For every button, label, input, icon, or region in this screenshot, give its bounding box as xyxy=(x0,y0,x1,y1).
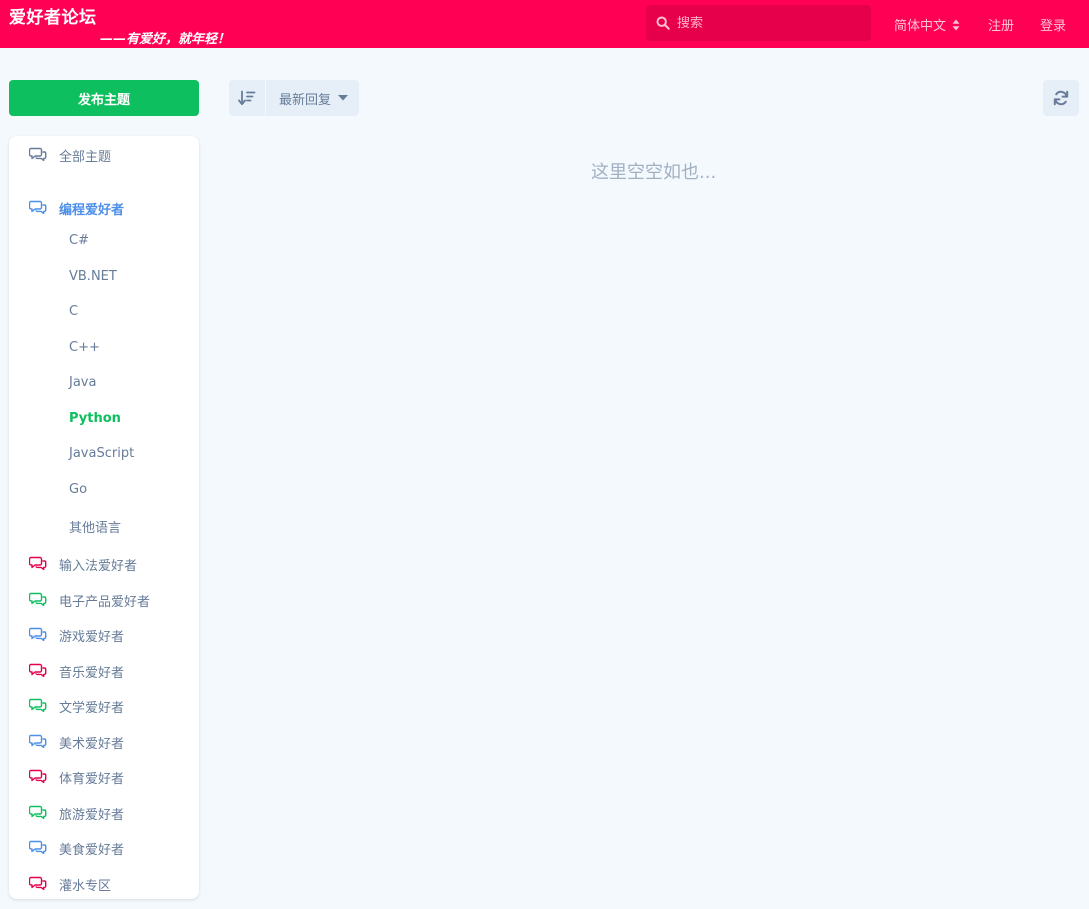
sidebar-item-label: 全部主题 xyxy=(59,150,112,165)
new-topic-button[interactable]: 发布主题 xyxy=(9,80,199,116)
sidebar-tag-item[interactable]: 灌水专区 xyxy=(9,873,199,894)
comments-icon xyxy=(29,805,47,820)
register-link[interactable]: 注册 xyxy=(988,15,1014,34)
search-icon xyxy=(656,16,670,30)
comments-icon xyxy=(29,734,47,749)
sidebar-item-label: 电子产品爱好者 xyxy=(59,595,151,610)
comments-icon xyxy=(29,840,47,855)
refresh-icon xyxy=(1053,90,1069,106)
login-link[interactable]: 登录 xyxy=(1040,15,1066,34)
sidebar-tag-item[interactable]: 音乐爱好者 xyxy=(9,660,199,681)
empty-state-message: 这里空空如也... xyxy=(591,162,717,183)
sidebar-tag-item[interactable]: 游戏爱好者 xyxy=(9,624,199,645)
sidebar-item-label: 编程爱好者 xyxy=(59,203,125,218)
comments-icon xyxy=(29,769,47,784)
sidebar-item-label: 输入法爱好者 xyxy=(59,559,138,574)
sub-item-java[interactable]: Java xyxy=(69,375,96,395)
sidebar-item-label: 灌水专区 xyxy=(59,879,112,894)
site-slogan: ——有爱好，就年轻！ xyxy=(100,32,231,47)
sidebar-tag-item[interactable]: 美食爱好者 xyxy=(9,837,199,858)
sidebar-item-label: 美食爱好者 xyxy=(59,843,125,858)
sub-item-other-languages[interactable]: 其他语言 xyxy=(69,517,121,537)
sidebar-item-label: 体育爱好者 xyxy=(59,772,125,787)
sub-item-javascript[interactable]: JavaScript xyxy=(69,446,134,466)
language-label: 简体中文 xyxy=(894,19,947,34)
sidebar-item-label: 旅游爱好者 xyxy=(59,808,125,823)
sort-caret-icon xyxy=(952,19,960,30)
sub-item-go[interactable]: Go xyxy=(69,482,87,502)
tag-sidebar: 全部主题 编程爱好者 C# VB.NET C C++ Java Python J… xyxy=(9,136,199,899)
comments-icon xyxy=(29,200,47,215)
comments-icon xyxy=(29,627,47,642)
comments-icon xyxy=(29,147,47,162)
sidebar-item-label: 文学爱好者 xyxy=(59,701,125,716)
sidebar-item-label: 美术爱好者 xyxy=(59,737,125,752)
site-title[interactable]: 爱好者论坛 xyxy=(9,3,97,28)
search-input[interactable] xyxy=(677,15,857,31)
sub-item-csharp[interactable]: C# xyxy=(69,233,89,253)
sub-item-cpp[interactable]: C++ xyxy=(69,340,100,360)
sub-item-vbnet[interactable]: VB.NET xyxy=(69,269,117,289)
sort-dropdown-label: 最新回复 xyxy=(279,92,332,108)
sub-item-c[interactable]: C xyxy=(69,304,78,324)
sidebar-item-label: 音乐爱好者 xyxy=(59,666,125,681)
language-selector[interactable]: 简体中文 xyxy=(894,15,960,34)
sidebar-item-programming[interactable]: 编程爱好者 xyxy=(9,197,199,218)
sort-dropdown[interactable]: 最新回复 xyxy=(266,80,359,116)
caret-down-icon xyxy=(338,95,349,101)
comments-icon xyxy=(29,556,47,571)
comments-icon xyxy=(29,698,47,713)
top-header: 爱好者论坛 ——有爱好，就年轻！ 简体中文 注册 登录 xyxy=(0,0,1089,48)
sidebar-tag-item[interactable]: 体育爱好者 xyxy=(9,766,199,787)
sidebar-item-label: 游戏爱好者 xyxy=(59,630,125,645)
sort-direction-button[interactable] xyxy=(229,80,265,116)
sort-amount-down-icon xyxy=(238,90,256,106)
refresh-button[interactable] xyxy=(1043,80,1079,116)
sub-item-python[interactable]: Python xyxy=(69,411,121,431)
sidebar-item-all-topics[interactable]: 全部主题 xyxy=(9,144,199,165)
sidebar-tag-item[interactable]: 输入法爱好者 xyxy=(9,553,199,574)
comments-icon xyxy=(29,876,47,891)
comments-icon xyxy=(29,592,47,607)
sidebar-tag-item[interactable]: 电子产品爱好者 xyxy=(9,589,199,610)
sidebar-tag-item[interactable]: 旅游爱好者 xyxy=(9,802,199,823)
sidebar-tag-item[interactable]: 美术爱好者 xyxy=(9,731,199,752)
comments-icon xyxy=(29,663,47,678)
sidebar-tag-item[interactable]: 文学爱好者 xyxy=(9,695,199,716)
search-box[interactable] xyxy=(646,5,871,41)
